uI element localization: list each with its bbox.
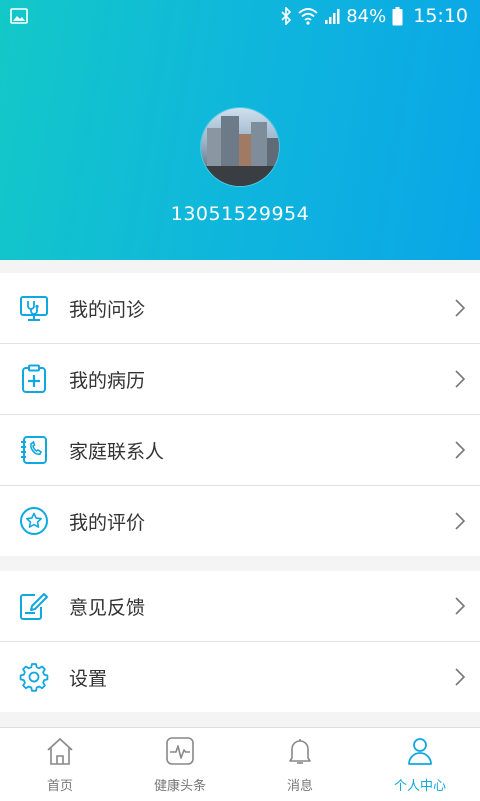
clock: 15:10 bbox=[413, 5, 468, 27]
star-rating-icon bbox=[20, 507, 48, 535]
tab-home[interactable]: 首页 bbox=[0, 728, 120, 801]
menu-item-my-medical-records[interactable]: 我的病历 bbox=[0, 344, 480, 415]
status-indicators: 84% 15:10 bbox=[280, 4, 468, 28]
menu-item-settings[interactable]: 设置 bbox=[0, 642, 480, 712]
tab-health-news[interactable]: 健康头条 bbox=[120, 728, 240, 801]
menu-item-label: 我的病历 bbox=[69, 369, 146, 392]
battery-percent: 84% bbox=[346, 5, 387, 27]
avatar[interactable] bbox=[201, 108, 279, 186]
medical-record-icon bbox=[22, 364, 46, 393]
menu-group-secondary: 意见反馈 设置 bbox=[0, 571, 480, 712]
menu-item-label: 我的评价 bbox=[69, 511, 146, 534]
menu-item-label: 意见反馈 bbox=[69, 596, 146, 619]
tab-label: 消息 bbox=[286, 779, 313, 794]
tab-personal-center[interactable]: 个人中心 bbox=[360, 728, 480, 801]
bell-icon bbox=[289, 739, 311, 764]
bluetooth-icon bbox=[281, 7, 292, 25]
chevron-right-icon bbox=[455, 441, 466, 459]
menu-item-label: 我的问诊 bbox=[69, 298, 146, 321]
home-icon bbox=[47, 738, 73, 765]
user-icon bbox=[408, 738, 432, 765]
tab-messages[interactable]: 消息 bbox=[240, 728, 360, 801]
chevron-right-icon bbox=[455, 370, 466, 388]
menu-group-main: 我的问诊 我的病历 家庭联系人 我的评价 bbox=[0, 273, 480, 556]
doctor-consult-icon bbox=[20, 296, 48, 321]
battery-icon bbox=[392, 6, 403, 25]
user-phone-number: 13051529954 bbox=[170, 203, 310, 225]
image-notification-icon bbox=[10, 8, 28, 24]
menu-item-feedback[interactable]: 意见反馈 bbox=[0, 571, 480, 642]
chevron-right-icon bbox=[455, 668, 466, 686]
phone-contact-icon bbox=[21, 436, 47, 464]
chevron-right-icon bbox=[455, 597, 466, 615]
chevron-right-icon bbox=[455, 512, 466, 530]
menu-item-my-consultations[interactable]: 我的问诊 bbox=[0, 273, 480, 344]
pulse-icon bbox=[166, 737, 194, 765]
tab-label: 首页 bbox=[46, 779, 73, 794]
bottom-tab-bar: 首页 健康头条 消息 个人中心 bbox=[0, 727, 480, 801]
menu-item-my-reviews[interactable]: 我的评价 bbox=[0, 486, 480, 556]
tab-label: 个人中心 bbox=[393, 779, 446, 794]
chevron-right-icon bbox=[455, 299, 466, 317]
wifi-icon bbox=[298, 8, 318, 25]
tab-label: 健康头条 bbox=[153, 779, 206, 794]
menu-item-label: 设置 bbox=[69, 667, 108, 690]
feedback-edit-icon bbox=[20, 593, 48, 620]
menu-item-family-contacts[interactable]: 家庭联系人 bbox=[0, 415, 480, 486]
gear-icon bbox=[19, 663, 49, 692]
signal-icon bbox=[325, 9, 340, 24]
menu-item-label: 家庭联系人 bbox=[69, 440, 165, 463]
status-bar: 84% 15:10 bbox=[0, 0, 480, 33]
profile-header: 84% 15:10 13051529954 bbox=[0, 0, 480, 260]
